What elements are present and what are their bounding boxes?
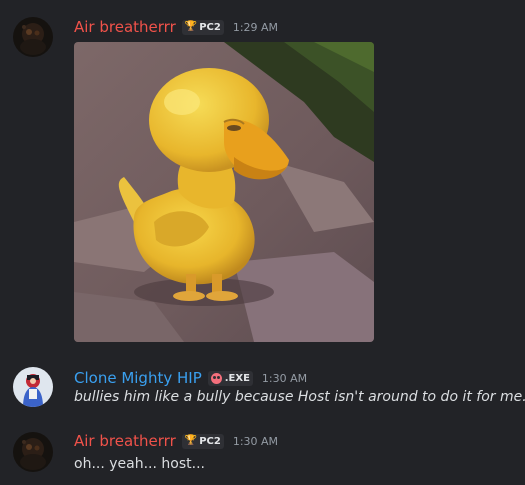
duck-image — [74, 42, 374, 342]
message-header: Air breatherrr 🏆 PC2 1:29 AM — [74, 18, 278, 36]
avatar-image — [13, 432, 53, 472]
skull-icon — [210, 372, 222, 384]
chat-message-list: Air breatherrr 🏆 PC2 1:29 AM Clone Might… — [0, 0, 525, 485]
timestamp[interactable]: 1:30 AM — [233, 435, 278, 448]
timestamp[interactable]: 1:30 AM — [262, 372, 307, 385]
username[interactable]: Clone Mighty HIP — [74, 369, 202, 387]
avatar[interactable] — [13, 432, 53, 472]
image-attachment[interactable] — [74, 42, 374, 342]
message-content: oh... yeah... host... — [74, 456, 205, 472]
message-header: Air breatherrr 🏆 PC2 1:30 AM — [74, 432, 278, 450]
guild-tag[interactable]: 🏆 PC2 — [181, 19, 224, 35]
guild-tag-label: .EXE — [224, 372, 250, 384]
guild-tag[interactable]: .EXE — [207, 370, 253, 386]
avatar-image — [13, 17, 53, 57]
timestamp[interactable]: 1:29 AM — [233, 21, 278, 34]
guild-tag-label: PC2 — [199, 21, 221, 33]
message-header: Clone Mighty HIP .EXE 1:30 AM — [74, 369, 307, 387]
avatar-image — [13, 367, 53, 407]
avatar[interactable] — [13, 17, 53, 57]
trophy-icon: 🏆 — [184, 435, 198, 446]
avatar[interactable] — [13, 367, 53, 407]
username[interactable]: Air breatherrr — [74, 432, 176, 450]
guild-tag[interactable]: 🏆 PC2 — [181, 433, 224, 449]
username[interactable]: Air breatherrr — [74, 18, 176, 36]
message-content: bullies him like a bully because Host is… — [74, 389, 525, 405]
guild-tag-label: PC2 — [199, 435, 221, 447]
trophy-icon: 🏆 — [184, 21, 198, 32]
